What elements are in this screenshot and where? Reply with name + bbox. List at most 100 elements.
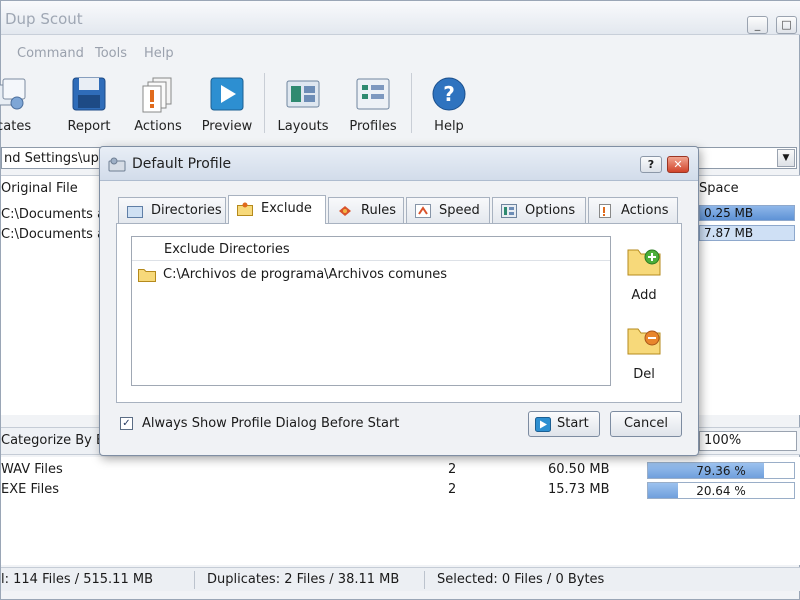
tab-actions[interactable]: Actions (588, 197, 678, 223)
report-button[interactable]: Report (50, 67, 128, 139)
dialog-title-bar: Default Profile ? ✕ (100, 147, 698, 181)
exclude-header-label: Exclude Directories (164, 242, 290, 257)
tab-rules[interactable]: Rules (328, 197, 404, 223)
space-bar: 7.87 MB (699, 225, 795, 241)
status-selected: Selected: 0 Files / 0 Bytes (437, 572, 605, 587)
space-bar: 0.25 MB (699, 205, 795, 221)
profiles-icon (356, 78, 390, 110)
file-count: 2 (448, 462, 457, 477)
file-type: EXE Files (1, 482, 59, 497)
table-row[interactable]: EXE Files 2 15.73 MB 20.64 % (1, 480, 800, 500)
file-type: WAV Files (1, 462, 63, 477)
table-row[interactable]: WAV Files 2 60.50 MB 79.36 % (1, 460, 800, 480)
exclude-list-header: Exclude Directories (132, 237, 610, 261)
layouts-label: Layouts (277, 119, 329, 134)
help-button[interactable]: ? Help (410, 67, 488, 139)
tab-exclude[interactable]: Exclude (228, 195, 326, 224)
tab-directories[interactable]: Directories (118, 197, 226, 223)
tab-label: Speed (439, 203, 480, 218)
preview-label: Preview (201, 119, 253, 134)
always-show-checkbox[interactable]: ✓ (120, 417, 133, 430)
always-show-label[interactable]: Always Show Profile Dialog Before Start (142, 416, 399, 431)
duplicates-label: licates (0, 119, 32, 134)
speed-icon (415, 204, 431, 218)
tab-label: Directories (151, 203, 222, 218)
menu-tools[interactable]: Tools (95, 46, 127, 61)
column-original-file[interactable]: Original File (1, 176, 78, 200)
category-table: WAV Files 2 60.50 MB 79.36 % EXE Files 2… (1, 457, 800, 565)
start-label: Start (557, 416, 589, 431)
folder-icon (127, 206, 143, 218)
add-exclude-button[interactable]: Add (619, 246, 669, 303)
tab-label: Exclude (261, 201, 312, 216)
dropdown-arrow-icon[interactable]: ▼ (777, 149, 795, 167)
dialog-help-button[interactable]: ? (640, 156, 662, 173)
layouts-icon (286, 80, 320, 108)
folder-icon (138, 269, 156, 282)
file-size: 60.50 MB (548, 462, 610, 477)
menu-bar: Command Tools Help (1, 41, 800, 65)
title-bar: Dup Scout _ □ (1, 1, 800, 35)
actions-label: Actions (134, 119, 182, 134)
tab-label: Actions (621, 203, 669, 218)
play-icon (210, 77, 244, 111)
percent-bar: 20.64 % (647, 482, 795, 499)
profiles-label: Profiles (349, 119, 397, 134)
dialog-title: Default Profile (132, 156, 232, 172)
status-duplicates: Duplicates: 2 Files / 38.11 MB (207, 572, 400, 587)
category-percent: 100% (699, 431, 797, 451)
percent-value: 20.64 % (696, 484, 746, 498)
duplicates-icon (0, 78, 26, 110)
tab-label: Rules (361, 203, 397, 218)
add-label: Add (631, 288, 657, 303)
dialog-close-button[interactable]: ✕ (667, 156, 689, 173)
actions-icon (142, 77, 172, 113)
app-title: Dup Scout (5, 10, 83, 28)
status-divider (194, 571, 195, 589)
tab-options[interactable]: Options (492, 197, 586, 223)
preview-button[interactable]: Preview (188, 67, 266, 139)
exclude-directories-list[interactable]: Exclude Directories C:\Archivos de progr… (131, 236, 611, 386)
duplicates-button[interactable]: licates (0, 67, 49, 139)
percent-value: 79.36 % (696, 464, 746, 478)
status-bar: l: 114 Files / 515.11 MB Duplicates: 2 F… (1, 567, 800, 591)
status-total: l: 114 Files / 515.11 MB (1, 572, 153, 587)
column-space[interactable]: Space (699, 176, 739, 200)
menu-command[interactable]: Command (17, 46, 84, 61)
categorize-label[interactable]: Categorize By Ex (1, 433, 112, 448)
list-item[interactable]: C:\Archivos de programa\Archivos comunes (132, 265, 610, 287)
start-button[interactable]: Start (528, 411, 600, 437)
space-value: 7.87 MB (704, 226, 754, 240)
menu-help[interactable]: Help (144, 46, 174, 61)
add-folder-icon (627, 249, 661, 276)
table-row-file[interactable]: C:\Documents ar (1, 207, 110, 222)
save-disk-icon (72, 77, 106, 111)
restore-button[interactable]: □ (776, 16, 797, 34)
file-count: 2 (448, 482, 457, 497)
tab-speed[interactable]: Speed (406, 197, 490, 223)
layouts-button[interactable]: Layouts (264, 67, 342, 139)
delete-exclude-button[interactable]: Del (619, 325, 669, 382)
table-row-file[interactable]: C:\Documents ar (1, 227, 110, 242)
exclude-folder-icon (237, 202, 253, 216)
profiles-button[interactable]: Profiles (334, 67, 412, 139)
actions-icon (599, 204, 611, 218)
options-icon (501, 204, 517, 218)
dialog-tabs: Directories Exclude Rules Speed Options … (116, 195, 682, 224)
exclude-path: C:\Archivos de programa\Archivos comunes (163, 267, 448, 282)
delete-folder-icon (627, 328, 661, 355)
report-label: Report (67, 119, 111, 134)
help-icon: ? (432, 77, 466, 111)
minimize-button[interactable]: _ (747, 16, 768, 34)
status-divider (424, 571, 425, 589)
actions-button[interactable]: Actions (119, 67, 197, 139)
exclude-panel: Exclude Directories C:\Archivos de progr… (116, 223, 682, 403)
del-label: Del (633, 367, 655, 382)
cancel-button[interactable]: Cancel (610, 411, 682, 437)
tab-label: Options (525, 203, 576, 218)
space-value: 0.25 MB (704, 206, 754, 220)
rules-icon (339, 206, 351, 216)
profile-icon (108, 157, 126, 172)
play-icon (535, 417, 551, 432)
file-size: 15.73 MB (548, 482, 610, 497)
